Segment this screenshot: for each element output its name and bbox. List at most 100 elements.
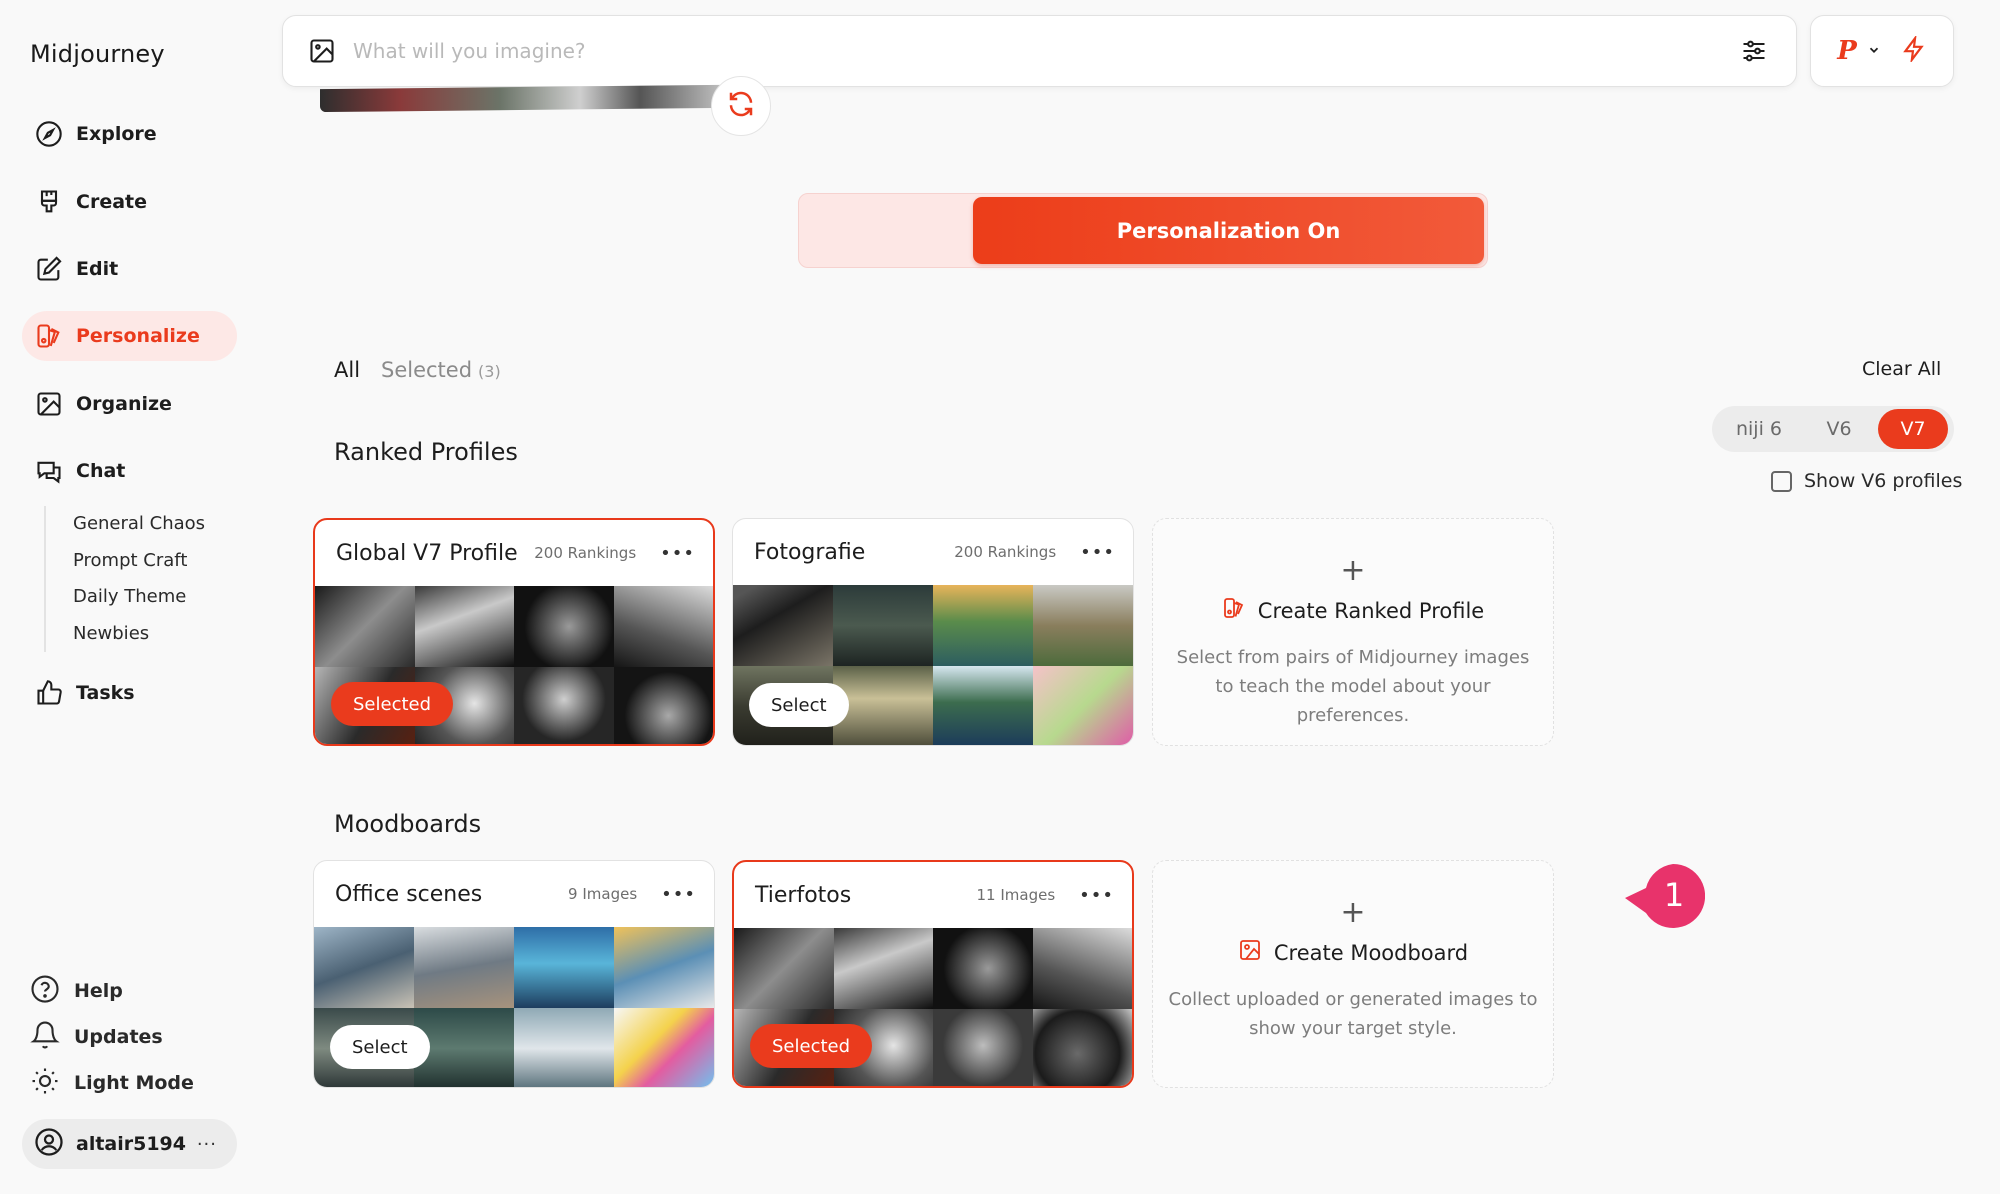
clear-all-button[interactable]: Clear All <box>1862 358 1941 380</box>
nav-create[interactable]: Create <box>22 177 237 227</box>
create-moodboard-title: Create Moodboard <box>1273 940 1469 965</box>
moodboard-icon <box>1238 938 1262 967</box>
card-select-button[interactable]: Select <box>749 683 849 727</box>
card-select-button[interactable]: Select <box>330 1025 430 1069</box>
nav-organize[interactable]: Organize <box>22 379 237 429</box>
user-account[interactable]: altair5194 ··· <box>22 1119 237 1169</box>
card-title: Fotografie <box>754 539 866 565</box>
sun-icon <box>30 1066 60 1100</box>
tab-selected-label: Selected <box>381 358 473 382</box>
nav-label: Explore <box>76 123 157 145</box>
create-moodboard-card[interactable]: + Create Moodboard Collect uploaded or g… <box>1152 860 1554 1088</box>
nav-label: Organize <box>76 393 172 415</box>
profile-card[interactable]: Fotografie 200 Rankings ••• Select <box>732 518 1134 746</box>
chat-icon <box>34 456 64 486</box>
nav-chat[interactable]: Chat <box>22 446 237 496</box>
compass-icon <box>34 119 64 149</box>
user-more-button[interactable]: ··· <box>197 1134 217 1155</box>
version-v7[interactable]: V7 <box>1878 409 1948 449</box>
nav-label: Chat <box>76 460 126 482</box>
nav-explore[interactable]: Explore <box>22 109 237 159</box>
plus-icon: + <box>1340 895 1366 930</box>
nav-edit[interactable]: Edit <box>22 244 237 294</box>
card-title: Office scenes <box>335 881 483 907</box>
chat-room-item[interactable]: Prompt Craft <box>46 543 224 580</box>
card-title: Tierfotos <box>755 882 852 908</box>
prompt-bar <box>282 15 1797 87</box>
show-v6-checkbox[interactable] <box>1771 470 1792 492</box>
chat-room-item[interactable]: Newbies <box>46 616 224 653</box>
help-label: Help <box>74 980 123 1002</box>
ranked-profiles-heading: Ranked Profiles <box>334 438 518 466</box>
card-more-button[interactable]: ••• <box>661 884 696 905</box>
brush-icon <box>34 187 64 217</box>
version-v6[interactable]: V6 <box>1803 409 1875 449</box>
app-logo[interactable]: Midjourney <box>30 40 165 68</box>
light-mode-toggle[interactable]: Light Mode <box>30 1063 194 1103</box>
show-v6-label: Show V6 profiles <box>1804 470 1963 492</box>
personalization-quick-box: P <box>1810 15 1954 87</box>
moodboard-card[interactable]: Office scenes 9 Images ••• Select <box>313 860 715 1088</box>
card-meta: 200 Rankings <box>534 544 637 562</box>
moodboard-card[interactable]: Tierfotos 11 Images ••• Selected <box>732 860 1134 1088</box>
prompt-input[interactable] <box>353 39 1734 63</box>
personalization-on-button[interactable]: Personalization On <box>973 197 1484 264</box>
edit-icon <box>34 254 64 284</box>
chat-room-item[interactable]: Daily Theme <box>46 579 224 616</box>
version-niji6[interactable]: niji 6 <box>1715 409 1803 449</box>
callout-number: 1 <box>1663 876 1685 914</box>
plus-icon: + <box>1340 553 1366 588</box>
nav-label: Create <box>76 191 147 213</box>
image-icon <box>34 389 64 419</box>
refresh-icon <box>726 89 756 123</box>
card-selected-badge[interactable]: Selected <box>331 682 454 726</box>
chat-room-list: General Chaos Prompt Craft Daily Theme N… <box>44 506 224 652</box>
refresh-button[interactable] <box>711 76 771 136</box>
card-selected-badge[interactable]: Selected <box>750 1024 873 1068</box>
tab-selected[interactable]: Selected (3) <box>381 358 501 382</box>
nav-personalize[interactable]: Personalize <box>22 311 237 361</box>
card-meta: 200 Rankings <box>954 543 1057 561</box>
help-link[interactable]: Help <box>30 971 123 1011</box>
sidebar: Midjourney Explore Create Edit Personali… <box>0 0 250 1194</box>
tab-selected-count: (3) <box>478 362 501 381</box>
updates-label: Updates <box>74 1026 163 1048</box>
card-more-button[interactable]: ••• <box>1079 885 1114 906</box>
help-icon <box>30 974 60 1008</box>
nav-tasks[interactable]: Tasks <box>22 668 237 718</box>
create-ranked-profile-title: Create Ranked Profile <box>1257 598 1485 623</box>
header-image-strip <box>320 84 720 113</box>
moodboards-heading: Moodboards <box>334 810 482 838</box>
user-avatar-icon <box>34 1127 64 1161</box>
profile-card[interactable]: Global V7 Profile 200 Rankings ••• Selec… <box>313 518 715 746</box>
nav-label: Edit <box>76 258 119 280</box>
personalization-badge[interactable]: P <box>1837 36 1857 66</box>
personalize-icon <box>34 321 64 351</box>
updates-link[interactable]: Updates <box>30 1017 163 1057</box>
image-upload-icon[interactable] <box>305 37 339 65</box>
card-meta: 9 Images <box>568 885 638 903</box>
personalize-icon <box>1222 596 1246 625</box>
bolt-icon[interactable] <box>1901 34 1927 66</box>
personalization-toggle[interactable]: Personalization On <box>798 193 1488 268</box>
tab-all[interactable]: All <box>334 358 360 382</box>
card-more-button[interactable]: ••• <box>1080 542 1115 563</box>
chevron-down-icon[interactable] <box>1867 42 1881 61</box>
card-meta: 11 Images <box>976 886 1056 904</box>
light-mode-label: Light Mode <box>74 1072 194 1094</box>
create-ranked-profile-card[interactable]: + Create Ranked Profile Select from pair… <box>1152 518 1554 746</box>
settings-sliders-icon[interactable] <box>1734 37 1774 65</box>
create-moodboard-desc: Collect uploaded or generated images to … <box>1168 989 1538 1039</box>
bell-icon <box>30 1020 60 1054</box>
nav-label: Tasks <box>76 682 135 704</box>
username: altair5194 <box>76 1133 187 1155</box>
card-more-button[interactable]: ••• <box>660 543 695 564</box>
nav-label: Personalize <box>76 325 200 347</box>
thumbs-up-icon <box>34 678 64 708</box>
chat-room-item[interactable]: General Chaos <box>46 506 224 543</box>
step-callout: 1 <box>1625 863 1706 928</box>
version-selector: niji 6 V6 V7 <box>1712 406 1954 452</box>
show-v6-profiles: Show V6 profiles <box>1771 470 1962 492</box>
card-title: Global V7 Profile <box>336 540 518 566</box>
create-ranked-profile-desc: Select from pairs of Midjourney images t… <box>1176 647 1530 726</box>
